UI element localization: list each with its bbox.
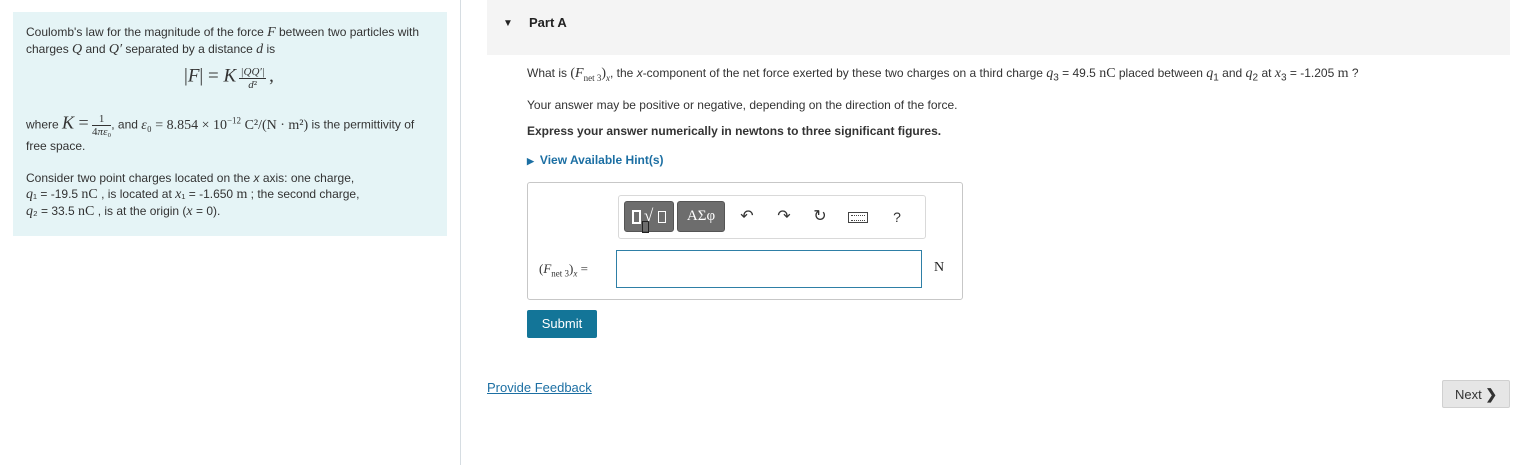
templates-button[interactable]: √: [624, 201, 674, 233]
expand-triangle-icon: ▶: [527, 156, 534, 166]
keyboard-icon[interactable]: [846, 207, 870, 227]
question-text: What is (Fnet 3)x, the x-component of th…: [527, 66, 1359, 84]
next-label: Next: [1454, 387, 1482, 402]
problem-info-panel: Coulomb's law for the magnitude of the f…: [13, 12, 447, 236]
coulomb-formula: |F| = K |QQ′| d² ,: [184, 65, 274, 91]
answer-box: √ ΑΣφ ↶ ↷ ↻ ? (Fnet 3)x = N: [527, 182, 963, 300]
answer-label: (Fnet 3)x =: [539, 261, 588, 279]
math-toolbar: √ ΑΣφ ↶ ↷ ↻ ?: [618, 195, 926, 239]
hint-label[interactable]: View Available Hint(s): [540, 153, 664, 167]
part-title: Part A: [529, 15, 567, 30]
part-header[interactable]: ▼ Part A: [487, 0, 1510, 55]
templates-icon: [632, 210, 649, 233]
help-icon[interactable]: ?: [887, 207, 907, 227]
panel-divider: [460, 0, 461, 465]
collapse-caret-icon[interactable]: ▼: [503, 18, 513, 29]
sign-note: Your answer may be positive or negative,…: [527, 98, 958, 112]
answer-input[interactable]: [616, 250, 922, 288]
symbols-button[interactable]: ΑΣφ: [677, 201, 725, 232]
undo-icon[interactable]: ↶: [737, 207, 757, 227]
provide-feedback-link[interactable]: Provide Feedback: [487, 380, 592, 395]
unit-label: N: [934, 260, 945, 275]
view-hints-link[interactable]: ▶ View Available Hint(s): [527, 153, 664, 167]
reset-icon[interactable]: ↻: [810, 207, 830, 227]
redo-icon[interactable]: ↷: [774, 207, 794, 227]
constants-text: where K = 1 4πε₀, and ε₀ = 8.854 × 10−12 …: [26, 112, 415, 153]
intro-text: Coulomb's law for the magnitude of the f…: [26, 25, 420, 57]
next-button[interactable]: Next ❯: [1442, 380, 1510, 408]
charges-text: Consider two point charges located on th…: [26, 170, 360, 219]
chevron-right-icon: ❯: [1485, 386, 1498, 402]
submit-button[interactable]: Submit: [527, 310, 597, 338]
express-instruction: Express your answer numerically in newto…: [527, 124, 942, 138]
